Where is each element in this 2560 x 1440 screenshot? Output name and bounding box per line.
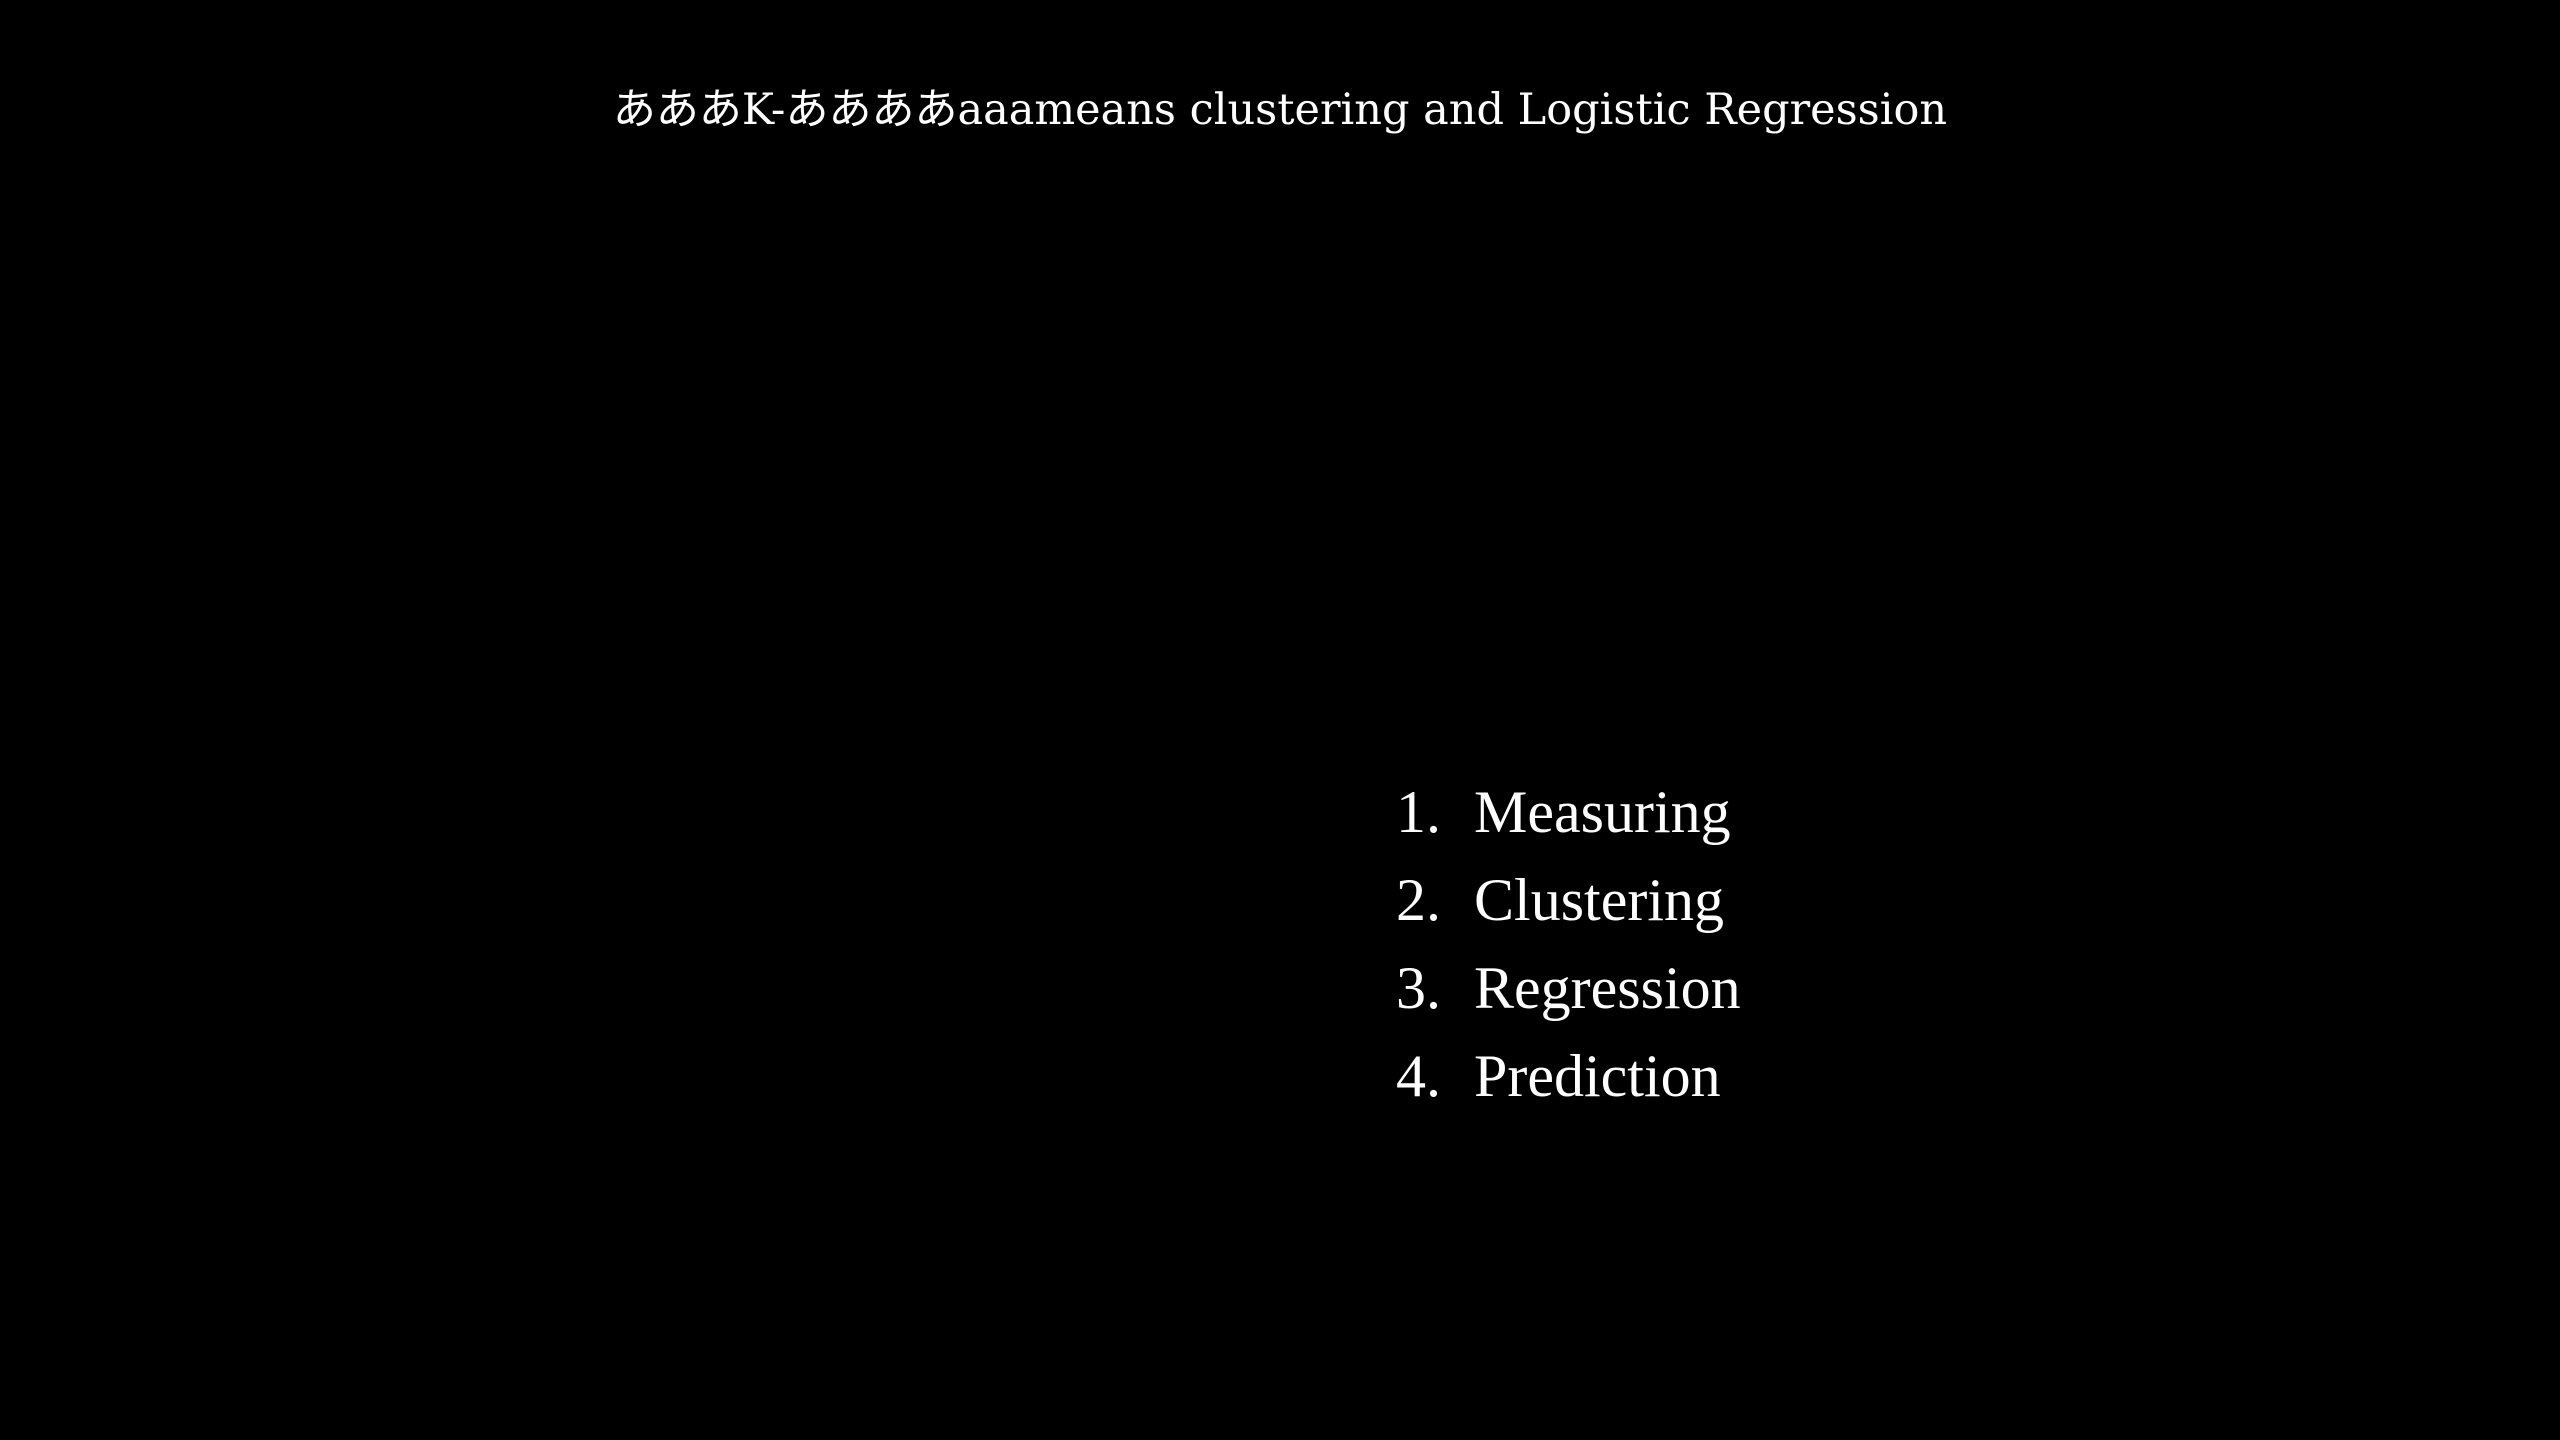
agenda-item-label: Prediction — [1474, 1043, 1721, 1109]
agenda-item-number: 4. — [1396, 1043, 1441, 1109]
agenda-item-label: Measuring — [1474, 779, 1731, 845]
agenda-item-label: Regression — [1474, 955, 1741, 1021]
agenda-item-number: 2. — [1396, 867, 1441, 933]
slide-title: あああK-ああああaaameans clustering and Logisti… — [612, 85, 1948, 135]
agenda-item-number: 1. — [1396, 779, 1441, 845]
agenda-item-clustering: 2. Clustering — [1396, 856, 1741, 944]
slide: あああK-ああああaaameans clustering and Logisti… — [0, 0, 2560, 1440]
agenda-item-label: Clustering — [1474, 867, 1724, 933]
agenda-item-measuring: 1. Measuring — [1396, 768, 1741, 856]
agenda-item-prediction: 4. Prediction — [1396, 1032, 1741, 1120]
agenda-item-regression: 3. Regression — [1396, 944, 1741, 1032]
agenda-item-number: 3. — [1396, 955, 1441, 1021]
agenda-list: 1. Measuring 2. Clustering 3. Regression… — [1396, 768, 1741, 1120]
